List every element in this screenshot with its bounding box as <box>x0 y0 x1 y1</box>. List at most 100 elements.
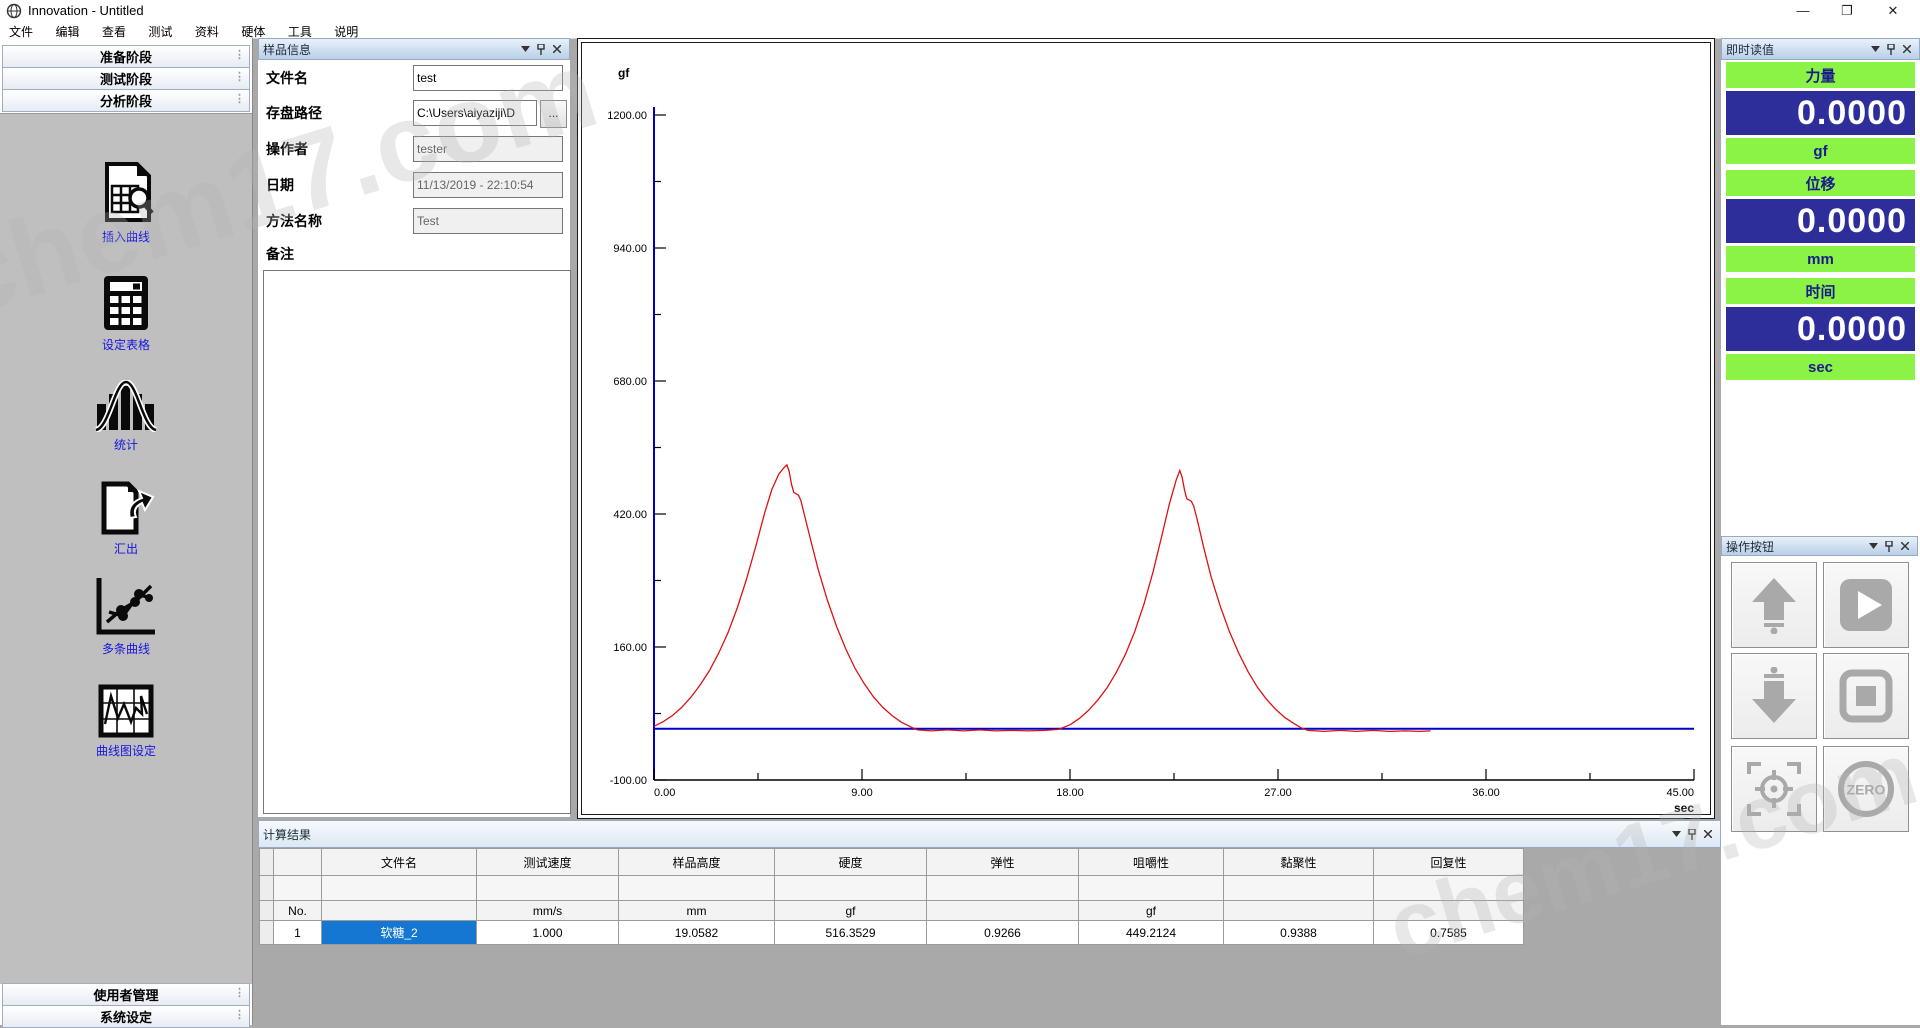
file-name-cell[interactable]: 软糖_2 <box>322 921 477 945</box>
value-cell[interactable]: 0.9266 <box>927 921 1079 945</box>
value-cell[interactable]: 449.2124 <box>1079 921 1224 945</box>
browse-button[interactable]: ... <box>540 100 567 128</box>
right-dock: 即时读值 力量 0.0000 gf 位移 0.0000 mm 时间 0.0000… <box>1721 38 1920 1025</box>
value-cell[interactable]: 0.7585 <box>1374 921 1524 945</box>
grip-icon: ⋮ <box>234 70 245 83</box>
header-cell[interactable]: 样品高度 <box>619 849 775 876</box>
header-cell[interactable]: 测试速度 <box>477 849 619 876</box>
close-button[interactable]: ✕ <box>1876 0 1910 22</box>
close-icon[interactable] <box>1899 42 1915 56</box>
sample-info-panel: 样品信息 文件名 存盘路径 ... 操作者 日期 方法名称 备注 <box>258 38 570 817</box>
force-unit: gf <box>1726 138 1915 164</box>
stop-button[interactable] <box>1823 653 1909 739</box>
pin-icon[interactable] <box>533 42 549 56</box>
panel-title: 操作按钮 <box>1726 538 1865 555</box>
panel-menu-icon[interactable] <box>1865 539 1881 553</box>
operator-label: 操作者 <box>266 139 308 159</box>
displacement-unit: mm <box>1726 246 1915 272</box>
row-indicator <box>260 849 274 876</box>
live-readout-header: 即时读值 <box>1721 38 1920 60</box>
set-table-icon <box>100 274 152 332</box>
save-path-input[interactable] <box>413 100 537 126</box>
table-header-row: 文件名 测试速度 样品高度 硬度 弹性 咀嚼性 黏聚性 回复性 <box>260 849 1524 876</box>
jog-down-button[interactable] <box>1731 653 1817 739</box>
export-icon <box>96 480 156 536</box>
tool-statistics[interactable]: 统计 <box>0 380 252 453</box>
units-cell: No. <box>274 901 322 921</box>
note-textarea[interactable] <box>263 270 571 814</box>
header-cell[interactable]: 咀嚼性 <box>1079 849 1224 876</box>
displacement-label: 位移 <box>1726 170 1915 196</box>
minimize-button[interactable]: — <box>1786 0 1820 22</box>
jog-up-button[interactable] <box>1731 562 1817 648</box>
zero-button[interactable]: ZERO <box>1823 746 1909 832</box>
header-cell[interactable]: 硬度 <box>775 849 927 876</box>
table-row: 1 软糖_2 1.000 19.0582 516.3529 0.9266 449… <box>260 921 1524 945</box>
units-cell <box>322 901 477 921</box>
date-input[interactable] <box>413 172 563 198</box>
tool-label: 设定表格 <box>0 336 252 353</box>
pin-icon[interactable] <box>1883 42 1899 56</box>
time-unit: sec <box>1726 354 1915 380</box>
file-name-label: 文件名 <box>266 68 308 88</box>
svg-text:27.00: 27.00 <box>1264 787 1292 799</box>
multi-curve-icon <box>95 576 157 636</box>
svg-text:gf: gf <box>618 66 630 80</box>
insert-curve-icon <box>97 162 155 224</box>
results-header: 计算结果 <box>258 820 1721 848</box>
panel-menu-icon[interactable] <box>1867 42 1883 56</box>
units-cell: mm <box>619 901 775 921</box>
run-button[interactable] <box>1823 562 1909 648</box>
app-icon <box>6 3 22 19</box>
results-table: 文件名 测试速度 样品高度 硬度 弹性 咀嚼性 黏聚性 回复性 No. mm/s… <box>259 848 1524 945</box>
sidebar-tab-user-management[interactable]: 使用者管理⋮ <box>2 983 250 1006</box>
target-button[interactable] <box>1731 746 1817 832</box>
sidebar-tab-test[interactable]: 测试阶段⋮ <box>2 67 250 90</box>
panel-menu-icon[interactable] <box>1668 827 1684 841</box>
pin-icon[interactable] <box>1684 827 1700 841</box>
target-icon <box>1745 760 1803 818</box>
units-cell <box>1224 901 1374 921</box>
tool-insert-curve[interactable]: 插入曲线 <box>0 162 252 245</box>
method-name-input[interactable] <box>413 208 563 234</box>
close-icon[interactable] <box>1700 827 1716 841</box>
value-cell[interactable]: 1.000 <box>477 921 619 945</box>
svg-text:9.00: 9.00 <box>851 787 872 799</box>
header-cell[interactable]: 文件名 <box>322 849 477 876</box>
file-name-input[interactable] <box>413 65 563 91</box>
tool-label: 曲线图设定 <box>0 742 252 759</box>
statistics-icon <box>95 380 157 432</box>
close-icon[interactable] <box>1897 539 1913 553</box>
panel-menu-icon[interactable] <box>517 42 533 56</box>
operator-input[interactable] <box>413 136 563 162</box>
tool-set-table[interactable]: 设定表格 <box>0 274 252 353</box>
svg-text:680.00: 680.00 <box>613 376 647 388</box>
value-cell[interactable]: 0.9388 <box>1224 921 1374 945</box>
value-cell[interactable]: 516.3529 <box>775 921 927 945</box>
sidebar-tab-label: 系统设定 <box>100 1007 152 1026</box>
row-number-cell[interactable]: 1 <box>274 921 322 945</box>
svg-text:160.00: 160.00 <box>613 642 647 654</box>
row-indicator <box>260 876 274 901</box>
restore-button[interactable]: ❐ <box>1830 0 1864 22</box>
header-cell[interactable]: 回复性 <box>1374 849 1524 876</box>
header-cell[interactable]: 黏聚性 <box>1224 849 1374 876</box>
svg-text:-100.00: -100.00 <box>610 775 647 787</box>
tool-multi-curve[interactable]: 多条曲线 <box>0 576 252 657</box>
sidebar-tab-analyze[interactable]: 分析阶段⋮ <box>2 89 250 112</box>
zero-icon: ZERO <box>1836 759 1896 819</box>
value-cell[interactable]: 19.0582 <box>619 921 775 945</box>
chart-plot-area: -100.00160.00420.00680.00940.001200.000.… <box>581 42 1711 815</box>
header-cell[interactable]: 弹性 <box>927 849 1079 876</box>
tool-export[interactable]: 汇出 <box>0 480 252 557</box>
close-icon[interactable] <box>549 42 565 56</box>
pin-icon[interactable] <box>1881 539 1897 553</box>
method-name-label: 方法名称 <box>266 211 322 231</box>
action-panel-header: 操作按钮 <box>1721 536 1918 556</box>
tool-chart-settings[interactable]: 曲线图设定 <box>0 684 252 759</box>
date-label: 日期 <box>266 175 294 195</box>
title-bar: Innovation - Untitled — ❐ ✕ <box>0 0 1920 23</box>
sidebar-tab-prepare[interactable]: 准备阶段⋮ <box>2 45 250 68</box>
svg-text:0.00: 0.00 <box>654 787 675 799</box>
svg-text:45.00: 45.00 <box>1666 787 1694 799</box>
